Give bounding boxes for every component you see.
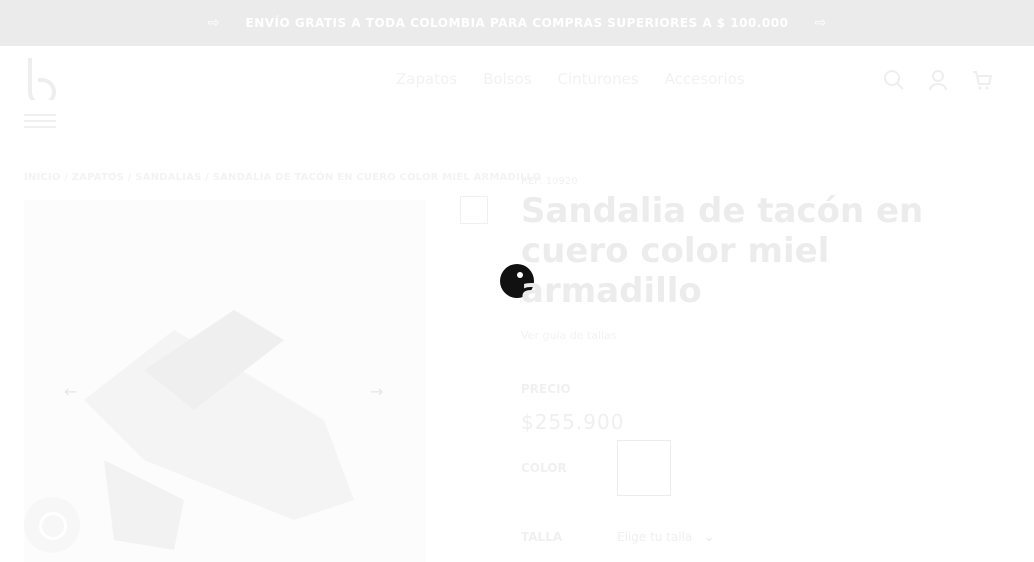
truck-icon: ⇨	[207, 15, 220, 31]
breadcrumb-sandalias[interactable]: SANDALIAS	[135, 172, 201, 183]
account-icon[interactable]	[926, 68, 950, 92]
price-label: PRECIO	[521, 382, 571, 396]
chevron-down-icon[interactable]: ⌄	[704, 530, 714, 544]
product-image[interactable]: ← →	[24, 200, 426, 562]
size-selector: TALLA Elige tu talla ⌄	[521, 530, 714, 544]
thumbnail-list	[460, 196, 488, 304]
announcement-text: ENVÍO GRATIS A TODA COLOMBIA PARA COMPRA…	[245, 16, 789, 30]
announcement-bar: ⇨ ENVÍO GRATIS A TODA COLOMBIA PARA COMP…	[0, 0, 1034, 46]
breadcrumb-current: SANDALIA DE TACÓN EN CUERO COLOR MIEL AR…	[212, 172, 542, 183]
next-arrow-icon[interactable]: →	[370, 382, 383, 401]
product-title: Sandalia de tacón en cuero color miel ar…	[521, 191, 924, 311]
header-actions	[882, 68, 994, 92]
size-select[interactable]: Elige tu talla	[617, 530, 692, 544]
brand-logo[interactable]	[26, 56, 56, 100]
breadcrumb-inicio[interactable]: INICIO	[24, 172, 61, 183]
nav-accesorios[interactable]: Accesorios	[665, 70, 745, 88]
product-info: REF: 10920 Sandalia de tacón en cuero co…	[521, 170, 1001, 434]
whatsapp-icon[interactable]	[24, 497, 80, 553]
size-guide-link[interactable]: Ver guía de tallas	[521, 329, 1001, 342]
color-swatch[interactable]	[695, 440, 749, 496]
menu-icon[interactable]	[24, 114, 56, 128]
thumbnail[interactable]	[460, 232, 488, 260]
search-icon[interactable]	[882, 68, 906, 92]
product-ref: REF: 10920	[521, 176, 578, 187]
color-swatch-selected[interactable]	[617, 440, 671, 496]
nav-cinturones[interactable]: Cinturones	[558, 70, 639, 88]
breadcrumb: INICIO / ZAPATOS / SANDALIAS / SANDALIA …	[24, 172, 542, 183]
nav-bolsos[interactable]: Bolsos	[483, 70, 531, 88]
color-selector: COLOR	[521, 440, 773, 496]
product-price: $255.900	[521, 410, 625, 434]
size-label: TALLA	[521, 530, 563, 544]
sandal-image	[84, 310, 354, 550]
nav-zapatos[interactable]: Zapatos	[396, 70, 457, 88]
thumbnail[interactable]	[460, 196, 488, 224]
truck-icon: ⇨	[814, 15, 827, 31]
cart-icon[interactable]	[970, 68, 994, 92]
prev-arrow-icon[interactable]: ←	[64, 382, 77, 401]
color-label: COLOR	[521, 461, 567, 475]
main-nav: Zapatos Bolsos Cinturones Accesorios	[396, 70, 771, 88]
site-header: Zapatos Bolsos Cinturones Accesorios	[0, 46, 1034, 116]
breadcrumb-zapatos[interactable]: ZAPATOS	[72, 172, 124, 183]
thumbnail[interactable]	[460, 268, 488, 296]
